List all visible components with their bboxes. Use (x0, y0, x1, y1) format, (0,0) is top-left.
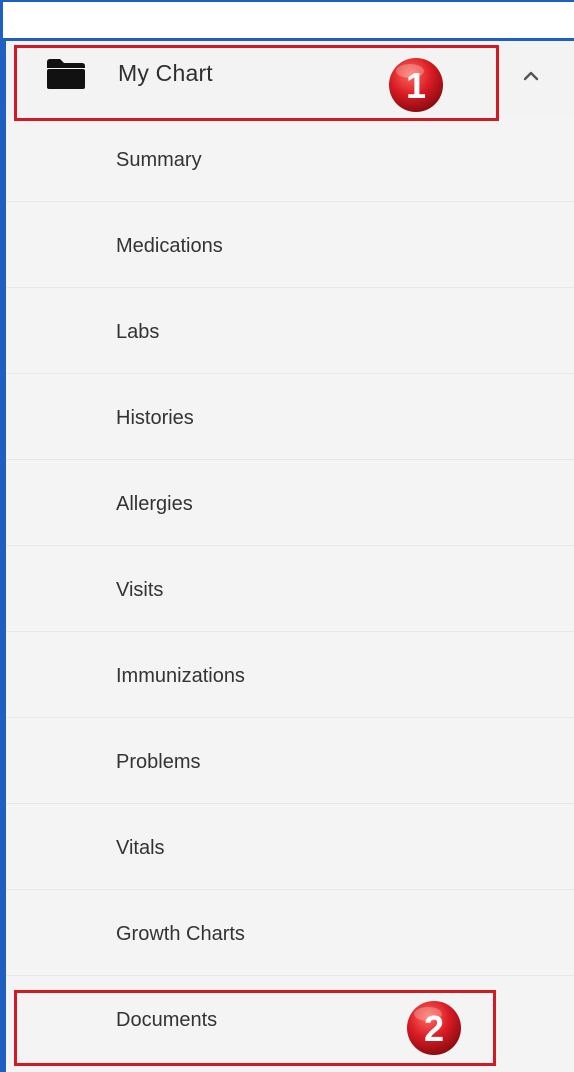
menu-item-label: Summary (116, 149, 202, 171)
top-strip (0, 0, 574, 38)
menu-item-documents[interactable]: Documents (6, 976, 574, 1062)
chevron-up-icon[interactable] (520, 65, 542, 87)
callout-number: 2 (424, 1008, 444, 1049)
menu-item-label: Histories (116, 407, 194, 429)
menu-item-label: Labs (116, 321, 160, 343)
menu-item-histories[interactable]: Histories (6, 374, 574, 460)
my-chart-menu: Summary Medications Labs Histories Aller… (6, 116, 574, 1062)
callout-badge-2: 2 (407, 1001, 461, 1055)
menu-item-label: Growth Charts (116, 923, 245, 945)
my-chart-label: My Chart (118, 60, 213, 86)
folder-icon (47, 59, 85, 89)
menu-item-label: Medications (116, 235, 223, 257)
menu-item-label: Vitals (116, 837, 165, 859)
callout-number: 1 (406, 65, 426, 106)
menu-item-medications[interactable]: Medications (6, 202, 574, 288)
callout-badge-1: 1 (389, 58, 443, 112)
my-chart-header[interactable]: My Chart (6, 41, 574, 116)
menu-item-growth-charts[interactable]: Growth Charts (6, 890, 574, 976)
menu-item-immunizations[interactable]: Immunizations (6, 632, 574, 718)
menu-item-label: Visits (116, 579, 164, 601)
menu-item-label: Documents (116, 1009, 218, 1031)
screenshot-frame: My Chart Summary Medications Labs Histor… (0, 0, 574, 1072)
menu-item-problems[interactable]: Problems (6, 718, 574, 804)
menu-item-summary[interactable]: Summary (6, 116, 574, 202)
menu-item-visits[interactable]: Visits (6, 546, 574, 632)
menu-item-allergies[interactable]: Allergies (6, 460, 574, 546)
my-chart-panel: My Chart Summary Medications Labs Histor… (0, 38, 574, 1072)
menu-item-labs[interactable]: Labs (6, 288, 574, 374)
menu-item-vitals[interactable]: Vitals (6, 804, 574, 890)
menu-item-label: Allergies (116, 493, 193, 515)
menu-item-label: Problems (116, 751, 201, 773)
menu-item-label: Immunizations (116, 665, 245, 687)
